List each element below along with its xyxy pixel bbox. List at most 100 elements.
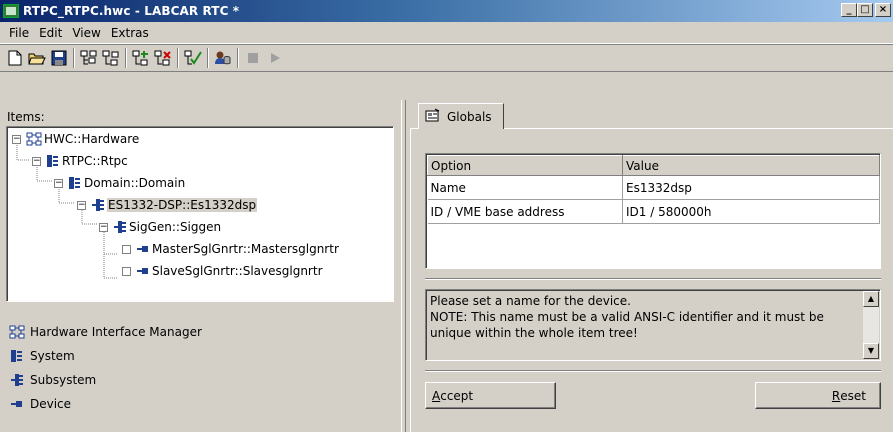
description-box: Please set a name for the device. NOTE: T… (425, 289, 881, 361)
tree-remove-icon[interactable] (152, 47, 174, 69)
new-document-icon[interactable] (4, 47, 26, 69)
table-header-row: Option Value (427, 155, 880, 176)
tree-item-label: RTPC::Rtpc (62, 154, 128, 168)
separator (425, 370, 881, 372)
tree-item[interactable]: SlaveSglGnrtr::Slavesglgnrtr (122, 262, 323, 280)
database-user-icon[interactable] (212, 47, 234, 69)
hardware-manager-icon (26, 132, 42, 146)
column-header-option[interactable]: Option (427, 155, 623, 176)
value-cell[interactable]: ID1 / 580000h (622, 199, 880, 224)
legend-label: Subsystem (30, 373, 97, 387)
toolbar-separator (73, 48, 75, 68)
close-button[interactable]: × (875, 3, 891, 17)
tree-add-icon[interactable] (130, 47, 152, 69)
device-icon (136, 242, 150, 256)
reset-label: eset (840, 388, 866, 403)
legend-device: Device (8, 392, 202, 416)
subsystem-icon (91, 198, 105, 212)
items-label: Items: (7, 110, 45, 124)
globals-tab-icon (425, 108, 441, 125)
device-icon (8, 397, 26, 411)
labcar-app-icon (3, 4, 19, 18)
tree-item-label: ES1332-DSP::Es1332dsp (107, 198, 258, 212)
scroll-down-button[interactable]: ▼ (863, 343, 879, 359)
menu-file[interactable]: File (4, 26, 34, 40)
options-table-container: Option Value Name Es1332dsp ID / VME bas… (425, 153, 881, 269)
tree-item-label: HWC::Hardware (44, 132, 140, 146)
system-icon (8, 349, 26, 363)
subsystem-icon (8, 373, 26, 387)
column-header-value[interactable]: Value (622, 155, 880, 176)
tree-item-label: SigGen::Siggen (129, 220, 222, 234)
tab-label: Globals (447, 109, 492, 124)
menu-bar: File Edit View Extras (0, 22, 893, 44)
option-cell: Name (427, 175, 623, 200)
subsystem-icon (113, 220, 127, 234)
toolbar-separator (237, 48, 239, 68)
panel-splitter[interactable] (401, 100, 406, 432)
legend-label: Hardware Interface Manager (30, 325, 202, 339)
tree-item-label: MasterSglGnrtr::Mastersglgnrtr (152, 242, 339, 256)
menu-extras[interactable]: Extras (106, 26, 154, 40)
description-scrollbar[interactable]: ▲ ▼ (863, 291, 879, 359)
tree-expand-icon[interactable] (78, 47, 100, 69)
options-table: Option Value Name Es1332dsp ID / VME bas… (427, 155, 880, 224)
hardware-manager-icon (8, 325, 26, 339)
legend-label: Device (30, 397, 72, 411)
reset-mnemonic: R (831, 388, 841, 403)
menu-view[interactable]: View (67, 26, 105, 40)
system-icon (68, 176, 82, 190)
value-cell[interactable]: Es1332dsp (622, 175, 880, 200)
tree-item[interactable]: − SigGen::Siggen (99, 218, 221, 236)
menu-edit[interactable]: Edit (34, 26, 67, 40)
tree-expander[interactable]: − (77, 200, 86, 210)
toolbar-separator (177, 48, 179, 68)
window-title: RTPC_RTPC.hwc - LABCAR RTC * (23, 4, 240, 18)
table-row[interactable]: Name Es1332dsp (427, 175, 880, 200)
separator (425, 278, 881, 280)
tab-globals[interactable]: Globals (418, 103, 504, 129)
toolbar (0, 44, 893, 72)
scroll-up-button[interactable]: ▲ (863, 291, 879, 307)
system-icon (46, 154, 60, 168)
stop-icon[interactable] (242, 47, 264, 69)
option-cell: ID / VME base address (427, 199, 623, 224)
tree-expander[interactable] (122, 244, 131, 254)
legend-subsystem: Subsystem (8, 368, 202, 392)
accept-mnemonic: A (432, 388, 441, 403)
maximize-button[interactable]: □ (857, 3, 873, 17)
tree-expander[interactable]: − (54, 178, 63, 188)
icon-legend: Hardware Interface Manager System Subsys… (8, 320, 202, 416)
check-icon[interactable] (182, 47, 204, 69)
legend-hardware-manager: Hardware Interface Manager (8, 320, 202, 344)
open-folder-icon[interactable] (26, 47, 48, 69)
play-icon[interactable] (264, 47, 286, 69)
save-icon[interactable] (48, 47, 70, 69)
device-icon (136, 264, 150, 278)
item-tree[interactable]: − HWC::Hardware − RTPC::Rtpc − Domain::Domain… (6, 126, 394, 302)
tree-collapse-icon[interactable] (100, 47, 122, 69)
legend-system: System (8, 344, 202, 368)
tree-item-label: SlaveSglGnrtr::Slavesglgnrtr (152, 264, 323, 278)
accept-label: ccept (440, 388, 474, 403)
tree-item[interactable]: − RTPC::Rtpc (32, 152, 128, 170)
legend-label: System (30, 349, 75, 363)
tree-item[interactable]: − HWC::Hardware (12, 130, 139, 148)
tree-expander[interactable]: − (32, 156, 41, 166)
table-row[interactable]: ID / VME base address ID1 / 580000h (427, 199, 880, 224)
toolbar-separator (125, 48, 127, 68)
tree-expander[interactable]: − (12, 134, 21, 144)
window-controls: _ □ × (841, 3, 891, 17)
minimize-button[interactable]: _ (841, 3, 857, 17)
accept-button[interactable]: Accept (425, 382, 556, 409)
description-text: Please set a name for the device. NOTE: T… (430, 294, 824, 340)
reset-button[interactable]: Reset (755, 382, 881, 409)
tree-expander[interactable] (122, 266, 131, 276)
tree-item-label: Domain::Domain (84, 176, 186, 190)
title-bar[interactable]: RTPC_RTPC.hwc - LABCAR RTC * _ □ × (0, 0, 893, 22)
tree-item[interactable]: − Domain::Domain (54, 174, 185, 192)
tree-item[interactable]: − ES1332-DSP::Es1332dsp (77, 196, 258, 214)
toolbar-separator (207, 48, 209, 68)
tree-item[interactable]: MasterSglGnrtr::Mastersglgnrtr (122, 240, 339, 258)
tree-expander[interactable]: − (99, 222, 108, 232)
